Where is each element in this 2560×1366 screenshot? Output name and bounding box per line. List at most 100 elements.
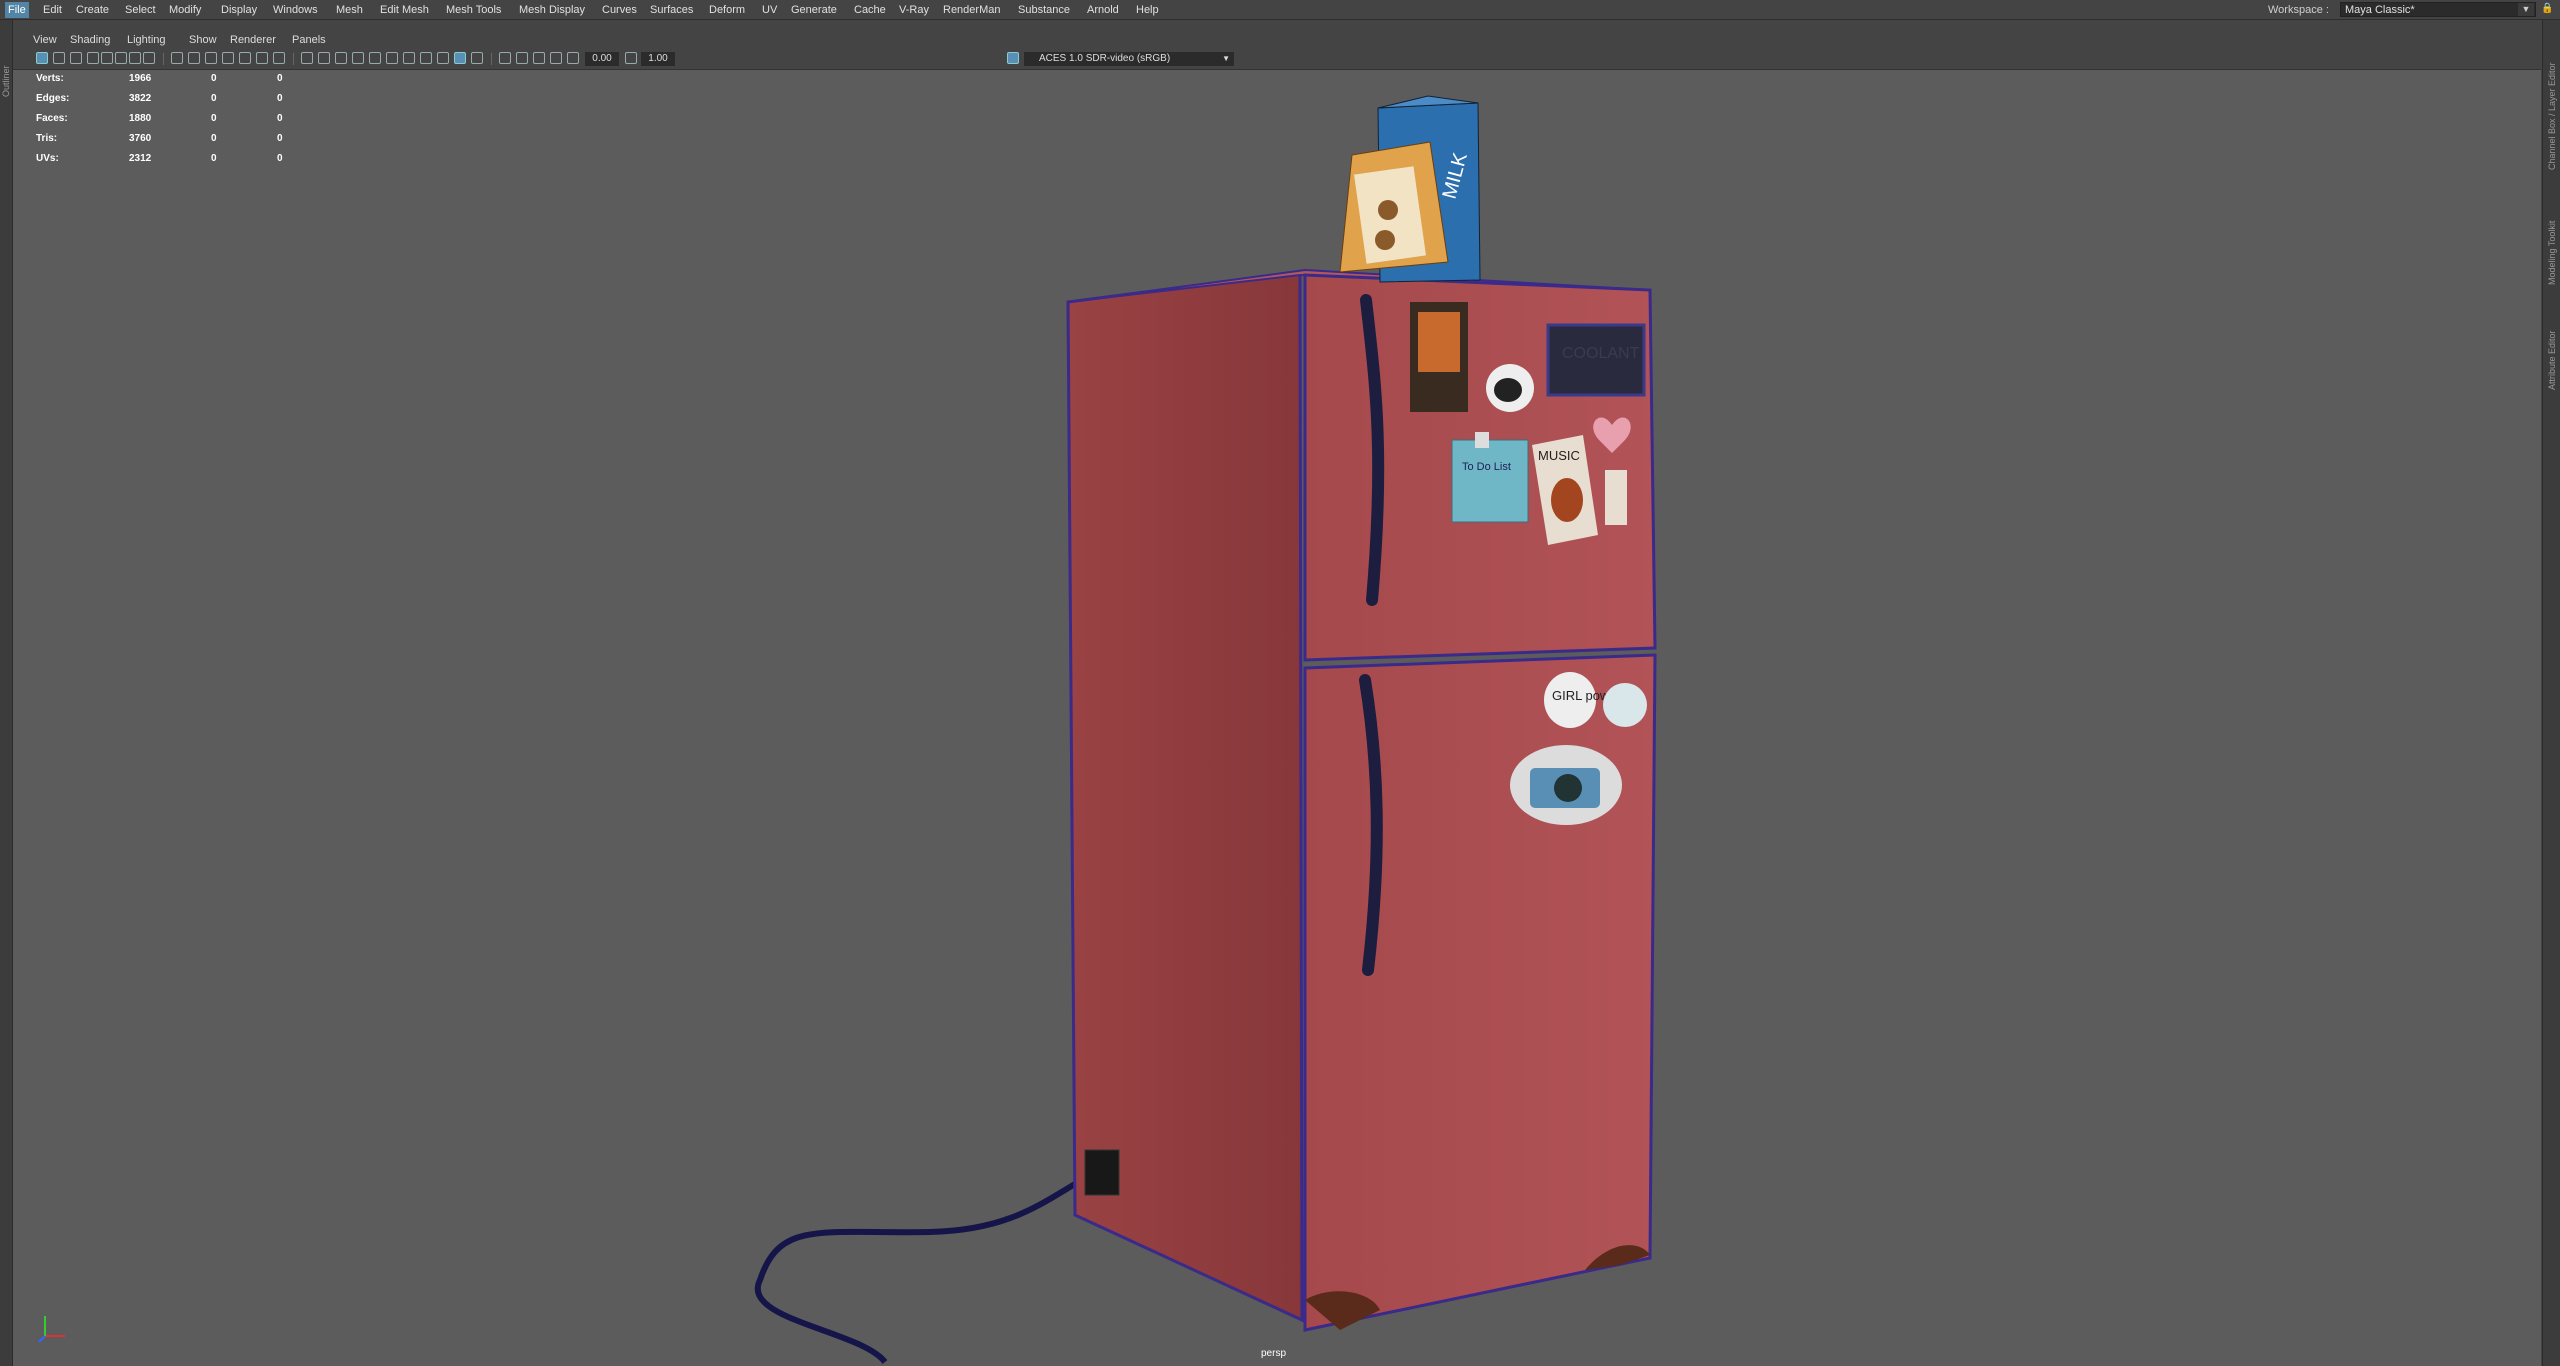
shaded-wireframe-icon[interactable] xyxy=(352,52,364,64)
gamma-icon[interactable] xyxy=(625,52,637,64)
menu-arnold[interactable]: Arnold xyxy=(1084,2,1122,18)
resolution-gate-icon[interactable] xyxy=(205,52,217,64)
menu-edit[interactable]: Edit xyxy=(40,2,65,18)
poster-magnet-art xyxy=(1418,312,1460,372)
camera-icon[interactable] xyxy=(171,52,183,64)
camera-name-label: persp xyxy=(1261,1348,1287,1359)
eye-sticker xyxy=(1603,683,1647,727)
menu-mesh-display[interactable]: Mesh Display xyxy=(516,2,588,18)
2d-pan-icon[interactable] xyxy=(101,52,113,64)
menu-help[interactable]: Help xyxy=(1133,2,1162,18)
exposure-icon[interactable] xyxy=(567,52,579,64)
chevron-down-icon[interactable]: ▼ xyxy=(2518,3,2534,16)
menu-generate[interactable]: Generate xyxy=(788,2,840,18)
gamma-field[interactable]: 1.00 xyxy=(641,52,675,66)
main-menubar: File Edit Create Select Modify Display W… xyxy=(0,0,2560,20)
lock-icon[interactable]: 🔒 xyxy=(2541,3,2553,16)
menu-file[interactable]: File xyxy=(5,2,29,18)
todo-note xyxy=(1451,439,1529,523)
outliner-tab[interactable]: Outliner xyxy=(1,53,11,97)
menu-modify[interactable]: Modify xyxy=(166,2,204,18)
color-space-dropdown[interactable]: ACES 1.0 SDR-video (sRGB) ▼ xyxy=(1024,52,1234,66)
lights-icon[interactable] xyxy=(386,52,398,64)
film-gate-icon[interactable] xyxy=(188,52,200,64)
menu-surfaces[interactable]: Surfaces xyxy=(647,2,696,18)
panel-menu-view[interactable]: View xyxy=(33,34,57,46)
panel-menu-show[interactable]: Show xyxy=(189,34,217,46)
image-plane-icon[interactable] xyxy=(87,52,99,64)
workspace-label: Workspace : xyxy=(2268,4,2329,16)
xray-joints-icon[interactable] xyxy=(533,52,545,64)
screen-space-ao-icon[interactable] xyxy=(420,52,432,64)
menu-curves[interactable]: Curves xyxy=(599,2,640,18)
default-material-icon[interactable] xyxy=(335,52,347,64)
snapshot-icon[interactable] xyxy=(129,52,141,64)
menu-mesh-tools[interactable]: Mesh Tools xyxy=(443,2,504,18)
shadows-icon[interactable] xyxy=(403,52,415,64)
fridge-model[interactable]: MILK COOLANT To Do List MUSIC GIRL power xyxy=(13,70,2541,1366)
color-space-value: ACES 1.0 SDR-video (sRGB) xyxy=(1039,53,1171,64)
menu-uv[interactable]: UV xyxy=(759,2,780,18)
panel-menubar: View Shading Lighting Show Renderer Pane… xyxy=(13,31,2541,49)
coolant-label: COOLANT xyxy=(1562,345,1640,362)
cookie-icon xyxy=(1378,200,1398,220)
music-label: MUSIC xyxy=(1538,448,1580,463)
menu-edit-mesh[interactable]: Edit Mesh xyxy=(377,2,432,18)
textured-icon[interactable] xyxy=(369,52,381,64)
chevron-down-icon: ▼ xyxy=(1222,54,1230,63)
axis-gizmo xyxy=(38,1316,65,1343)
menu-cache[interactable]: Cache xyxy=(851,2,889,18)
workspace-dropdown[interactable]: Maya Classic* xyxy=(2340,2,2536,17)
guitar-icon xyxy=(1551,478,1583,522)
camera-lens xyxy=(1554,774,1582,802)
todo-label: To Do List xyxy=(1462,461,1511,473)
attribute-editor-tab[interactable]: Attribute Editor xyxy=(2547,330,2557,390)
menu-windows[interactable]: Windows xyxy=(270,2,321,18)
toolbar-divider xyxy=(163,53,164,65)
isolate-select-icon[interactable] xyxy=(499,52,511,64)
exposure-field[interactable]: 0.00 xyxy=(585,52,619,66)
menu-create[interactable]: Create xyxy=(73,2,112,18)
camera-attributes-icon[interactable] xyxy=(53,52,65,64)
bookmark-icon[interactable] xyxy=(70,52,82,64)
panel-menu-lighting[interactable]: Lighting xyxy=(127,34,166,46)
xray-icon[interactable] xyxy=(516,52,528,64)
workspace-value: Maya Classic* xyxy=(2345,4,2415,16)
perspective-viewport[interactable]: Verts: 1966 0 0 Edges: 3822 0 0 Faces: 1… xyxy=(13,70,2541,1366)
channel-box-tab[interactable]: Channel Box / Layer Editor xyxy=(2547,62,2557,170)
motion-blur-icon[interactable] xyxy=(437,52,449,64)
color-management-icon[interactable] xyxy=(1007,52,1019,64)
viewport-toolbar: 0.00 1.00 ACES 1.0 SDR-video (sRGB) ▼ xyxy=(13,49,2541,70)
outliner-strip[interactable]: Outliner xyxy=(0,20,13,1366)
menu-select[interactable]: Select xyxy=(122,2,159,18)
depth-of-field-icon[interactable] xyxy=(471,52,483,64)
wireframe-icon[interactable] xyxy=(301,52,313,64)
modeling-toolkit-tab[interactable]: Modeling Toolkit xyxy=(2547,221,2557,285)
gate-mask-icon[interactable] xyxy=(222,52,234,64)
safe-action-icon[interactable] xyxy=(256,52,268,64)
toolbar-divider xyxy=(491,53,492,65)
menu-renderman[interactable]: RenderMan xyxy=(940,2,1003,18)
panel-menu-panels[interactable]: Panels xyxy=(292,34,326,46)
menu-vray[interactable]: V-Ray xyxy=(896,2,932,18)
menu-deform[interactable]: Deform xyxy=(706,2,748,18)
select-camera-icon[interactable] xyxy=(36,52,48,64)
panel-menu-shading[interactable]: Shading xyxy=(70,34,110,46)
safe-title-icon[interactable] xyxy=(273,52,285,64)
backface-culling-icon[interactable] xyxy=(550,52,562,64)
field-chart-icon[interactable] xyxy=(239,52,251,64)
rear-vent xyxy=(1084,1149,1120,1196)
playblast-icon[interactable] xyxy=(143,52,155,64)
multisample-aa-icon[interactable] xyxy=(454,52,466,64)
right-dock-strip: Channel Box / Layer Editor Modeling Tool… xyxy=(2542,20,2560,1366)
todo-clip xyxy=(1475,432,1489,448)
smooth-shade-icon[interactable] xyxy=(318,52,330,64)
panel-menu-renderer[interactable]: Renderer xyxy=(230,34,276,46)
menu-substance[interactable]: Substance xyxy=(1015,2,1073,18)
menu-display[interactable]: Display xyxy=(218,2,260,18)
power-cable xyxy=(754,1167,1102,1365)
popsicle-magnet xyxy=(1605,470,1627,525)
cookie-icon xyxy=(1375,230,1395,250)
menu-mesh[interactable]: Mesh xyxy=(333,2,366,18)
grease-pencil-icon[interactable] xyxy=(115,52,127,64)
